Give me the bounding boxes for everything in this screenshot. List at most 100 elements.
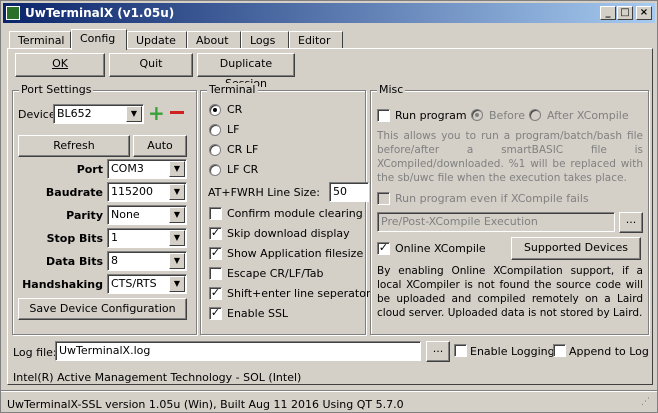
tab-config[interactable]: Config xyxy=(71,29,127,50)
parity-value: None xyxy=(111,208,140,221)
main-window: UwTerminalX (v1.05u) _ □ × Terminal Conf… xyxy=(0,0,658,413)
chevron-down-icon[interactable]: ▼ xyxy=(126,106,142,122)
tab-editor[interactable]: Editor xyxy=(289,31,343,49)
skip-download-label: Skip download display xyxy=(227,227,350,240)
show-filesize-checkbox[interactable]: ✓ xyxy=(209,247,222,260)
cr-radio[interactable] xyxy=(209,104,221,116)
exec-browse-button[interactable]: ... xyxy=(619,212,643,233)
escape-checkbox[interactable] xyxy=(209,267,222,280)
log-browse-button[interactable]: ... xyxy=(426,341,450,362)
config-panel: OK Quit Duplicate Session Port Settings … xyxy=(7,48,653,385)
handshaking-value: CTS/RTS xyxy=(111,277,157,290)
exec-input[interactable]: Pre/Post-XCompile Execution xyxy=(377,212,615,232)
terminal-group: Terminal CR LF CR LF LF CR AT+FWRH Line … xyxy=(200,83,370,335)
escape-label: Escape CR/LF/Tab xyxy=(227,267,324,280)
port-settings-group: Port Settings Device BL652 ▼ + Refresh A… xyxy=(12,83,197,335)
chevron-down-icon[interactable]: ▼ xyxy=(169,276,185,292)
online-xcompile-label: Online XCompile xyxy=(395,242,486,255)
append-log-label: Append to Log xyxy=(569,345,649,358)
status-separator xyxy=(1,390,657,392)
baudrate-value: 115200 xyxy=(111,185,153,198)
stop-bits-value: 1 xyxy=(111,231,118,244)
data-bits-label: Data Bits xyxy=(45,255,103,268)
status-bar-text: UwTerminalX-SSL version 1.05u (Win), Bui… xyxy=(7,398,404,411)
after-label: After XCompile xyxy=(547,109,629,122)
save-device-config-button[interactable]: Save Device Configuration xyxy=(18,298,187,320)
enable-logging-checkbox[interactable] xyxy=(454,344,467,357)
log-file-input[interactable]: UwTerminalX.log xyxy=(55,341,421,361)
chevron-down-icon[interactable]: ▼ xyxy=(169,207,185,223)
stop-bits-combo[interactable]: 1 ▼ xyxy=(107,228,187,248)
data-bits-value: 8 xyxy=(111,254,118,267)
crlf-radio[interactable] xyxy=(209,144,221,156)
tab-update[interactable]: Update xyxy=(127,31,187,49)
ssl-checkbox[interactable]: ✓ xyxy=(209,307,222,320)
run-even-fail-label: Run program even if XCompile fails xyxy=(395,192,589,205)
before-label: Before xyxy=(489,109,525,122)
parity-label: Parity xyxy=(66,209,103,222)
shift-enter-checkbox[interactable]: ✓ xyxy=(209,287,222,300)
device-combo[interactable]: BL652 ▼ xyxy=(53,104,144,124)
crlf-label: CR LF xyxy=(227,143,259,156)
run-program-label: Run program xyxy=(395,109,467,122)
stop-bits-label: Stop Bits xyxy=(46,232,103,245)
show-filesize-label: Show Application filesize xyxy=(227,247,364,260)
close-button[interactable]: × xyxy=(636,6,652,20)
lfcr-radio[interactable] xyxy=(209,164,221,176)
tab-terminal[interactable]: Terminal xyxy=(9,31,71,49)
lf-label: LF xyxy=(227,123,240,136)
ok-button[interactable]: OK xyxy=(15,53,105,77)
baudrate-combo[interactable]: 115200 ▼ xyxy=(107,182,187,202)
run-even-fail-checkbox[interactable] xyxy=(377,192,390,205)
chevron-down-icon[interactable]: ▼ xyxy=(169,253,185,269)
device-label: Device xyxy=(18,108,56,121)
maximize-button[interactable]: □ xyxy=(617,6,633,20)
ssl-label: Enable SSL xyxy=(227,307,289,320)
append-log-checkbox[interactable] xyxy=(553,344,566,357)
window-title: UwTerminalX (v1.05u) xyxy=(25,6,175,20)
tab-about[interactable]: About xyxy=(187,31,241,49)
lfcr-label: LF CR xyxy=(227,163,259,176)
resize-grip-icon[interactable]: ⋰ xyxy=(641,397,650,407)
baudrate-label: Baudrate xyxy=(45,186,103,199)
refresh-button[interactable]: Refresh xyxy=(18,135,130,157)
chevron-down-icon[interactable]: ▼ xyxy=(169,230,185,246)
run-program-description: This allows you to run a program/batch/b… xyxy=(377,130,643,184)
minimize-button[interactable]: _ xyxy=(600,6,616,20)
confirm-clear-checkbox[interactable] xyxy=(209,207,222,220)
device-info-text: Intel(R) Active Management Technology - … xyxy=(13,371,302,384)
online-xcompile-checkbox[interactable]: ✓ xyxy=(377,242,390,255)
remove-icon[interactable] xyxy=(170,111,184,114)
quit-button[interactable]: Quit xyxy=(109,53,193,77)
tab-logs[interactable]: Logs xyxy=(241,31,289,49)
handshaking-combo[interactable]: CTS/RTS ▼ xyxy=(107,274,187,294)
confirm-clear-label: Confirm module clearing xyxy=(227,207,363,220)
chevron-down-icon[interactable]: ▼ xyxy=(169,161,185,177)
add-icon[interactable]: + xyxy=(148,101,165,125)
port-label: Port xyxy=(76,163,103,176)
port-value: COM3 xyxy=(111,162,144,175)
after-radio[interactable] xyxy=(529,109,541,121)
cr-label: CR xyxy=(227,103,243,116)
run-program-checkbox[interactable] xyxy=(377,109,390,122)
parity-combo[interactable]: None ▼ xyxy=(107,205,187,225)
fwrh-input[interactable]: 50 xyxy=(329,182,369,202)
shift-enter-label: Shift+enter line seperator xyxy=(227,287,371,300)
log-file-label: Log file: xyxy=(13,346,57,359)
chevron-down-icon[interactable]: ▼ xyxy=(169,184,185,200)
fwrh-label: AT+FWRH Line Size: xyxy=(208,186,320,199)
terminal-group-title: Terminal xyxy=(207,83,258,96)
before-radio[interactable] xyxy=(471,109,483,121)
skip-download-checkbox[interactable]: ✓ xyxy=(209,227,222,240)
app-icon xyxy=(6,6,20,20)
lf-radio[interactable] xyxy=(209,124,221,136)
title-bar: UwTerminalX (v1.05u) _ □ × xyxy=(3,3,655,23)
supported-devices-button[interactable]: Supported Devices xyxy=(511,237,641,260)
port-combo[interactable]: COM3 ▼ xyxy=(107,159,187,179)
port-settings-title: Port Settings xyxy=(19,83,94,96)
device-value: BL652 xyxy=(57,107,92,120)
misc-group: Misc Run program Before After XCompile T… xyxy=(370,83,649,335)
duplicate-session-button[interactable]: Duplicate Session xyxy=(197,53,295,90)
data-bits-combo[interactable]: 8 ▼ xyxy=(107,251,187,271)
auto-button[interactable]: Auto xyxy=(133,135,187,157)
